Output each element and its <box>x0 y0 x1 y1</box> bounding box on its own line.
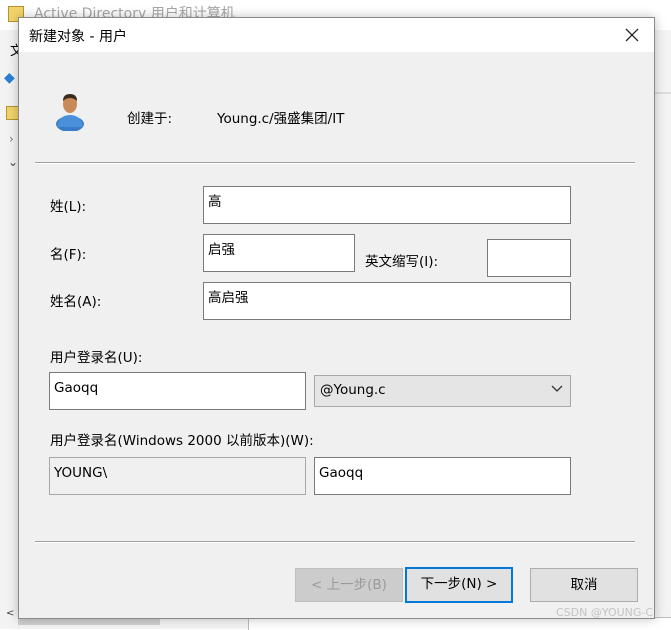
created-in-path: Young.c/强盛集团/IT <box>217 111 345 127</box>
tree-expand-icon[interactable]: › <box>9 132 14 146</box>
created-in-label: 创建于: <box>127 111 173 127</box>
last-name-input[interactable]: 高 <box>203 186 571 224</box>
next-button[interactable]: 下一步(N) > <box>405 567 513 603</box>
close-icon <box>625 28 639 42</box>
logon-name-label: 用户登录名(U): <box>50 350 143 366</box>
logon-name-input[interactable]: Gaoqq <box>49 372 306 410</box>
last-name-label: 姓(L): <box>50 199 87 215</box>
first-name-label: 名(F): <box>50 247 87 263</box>
initials-input[interactable] <box>487 239 571 277</box>
close-button[interactable] <box>610 18 654 52</box>
dialog-titlebar: 新建对象 - 用户 <box>19 18 654 52</box>
horizontal-scrollbar-thumb[interactable] <box>18 619 160 625</box>
dialog-title: 新建对象 - 用户 <box>29 29 127 45</box>
pre2000-logon-label: 用户登录名(Windows 2000 以前版本)(W): <box>50 433 314 449</box>
pre2000-domain-prefix: YOUNG\ <box>49 457 306 495</box>
user-icon <box>56 94 84 131</box>
watermark-text: CSDN @YOUNG-C <box>556 606 654 619</box>
cancel-button[interactable]: 取消 <box>530 568 638 602</box>
back-button[interactable]: < 上一步(B) <box>295 568 403 602</box>
first-name-input[interactable]: 启强 <box>203 234 355 272</box>
full-name-input[interactable]: 高启强 <box>203 282 571 320</box>
domain-select[interactable]: @Young.c <box>314 375 571 407</box>
new-user-dialog: 新建对象 - 用户 创建于: Young.c/强盛集团/IT 姓(L): 高 名… <box>18 17 655 619</box>
tree-collapse-icon[interactable]: ⌄ <box>8 155 18 169</box>
full-name-label: 姓名(A): <box>50 294 102 310</box>
back-arrow-icon[interactable]: ◆ <box>4 70 15 86</box>
scroll-left-icon[interactable]: < <box>6 608 14 619</box>
chevron-down-icon <box>551 385 563 392</box>
separator-bottom <box>35 541 635 543</box>
pre2000-logon-input[interactable]: Gaoqq <box>314 457 571 495</box>
separator-top <box>35 162 635 164</box>
domain-select-value: @Young.c <box>320 382 386 398</box>
initials-label: 英文缩写(I): <box>365 254 439 270</box>
